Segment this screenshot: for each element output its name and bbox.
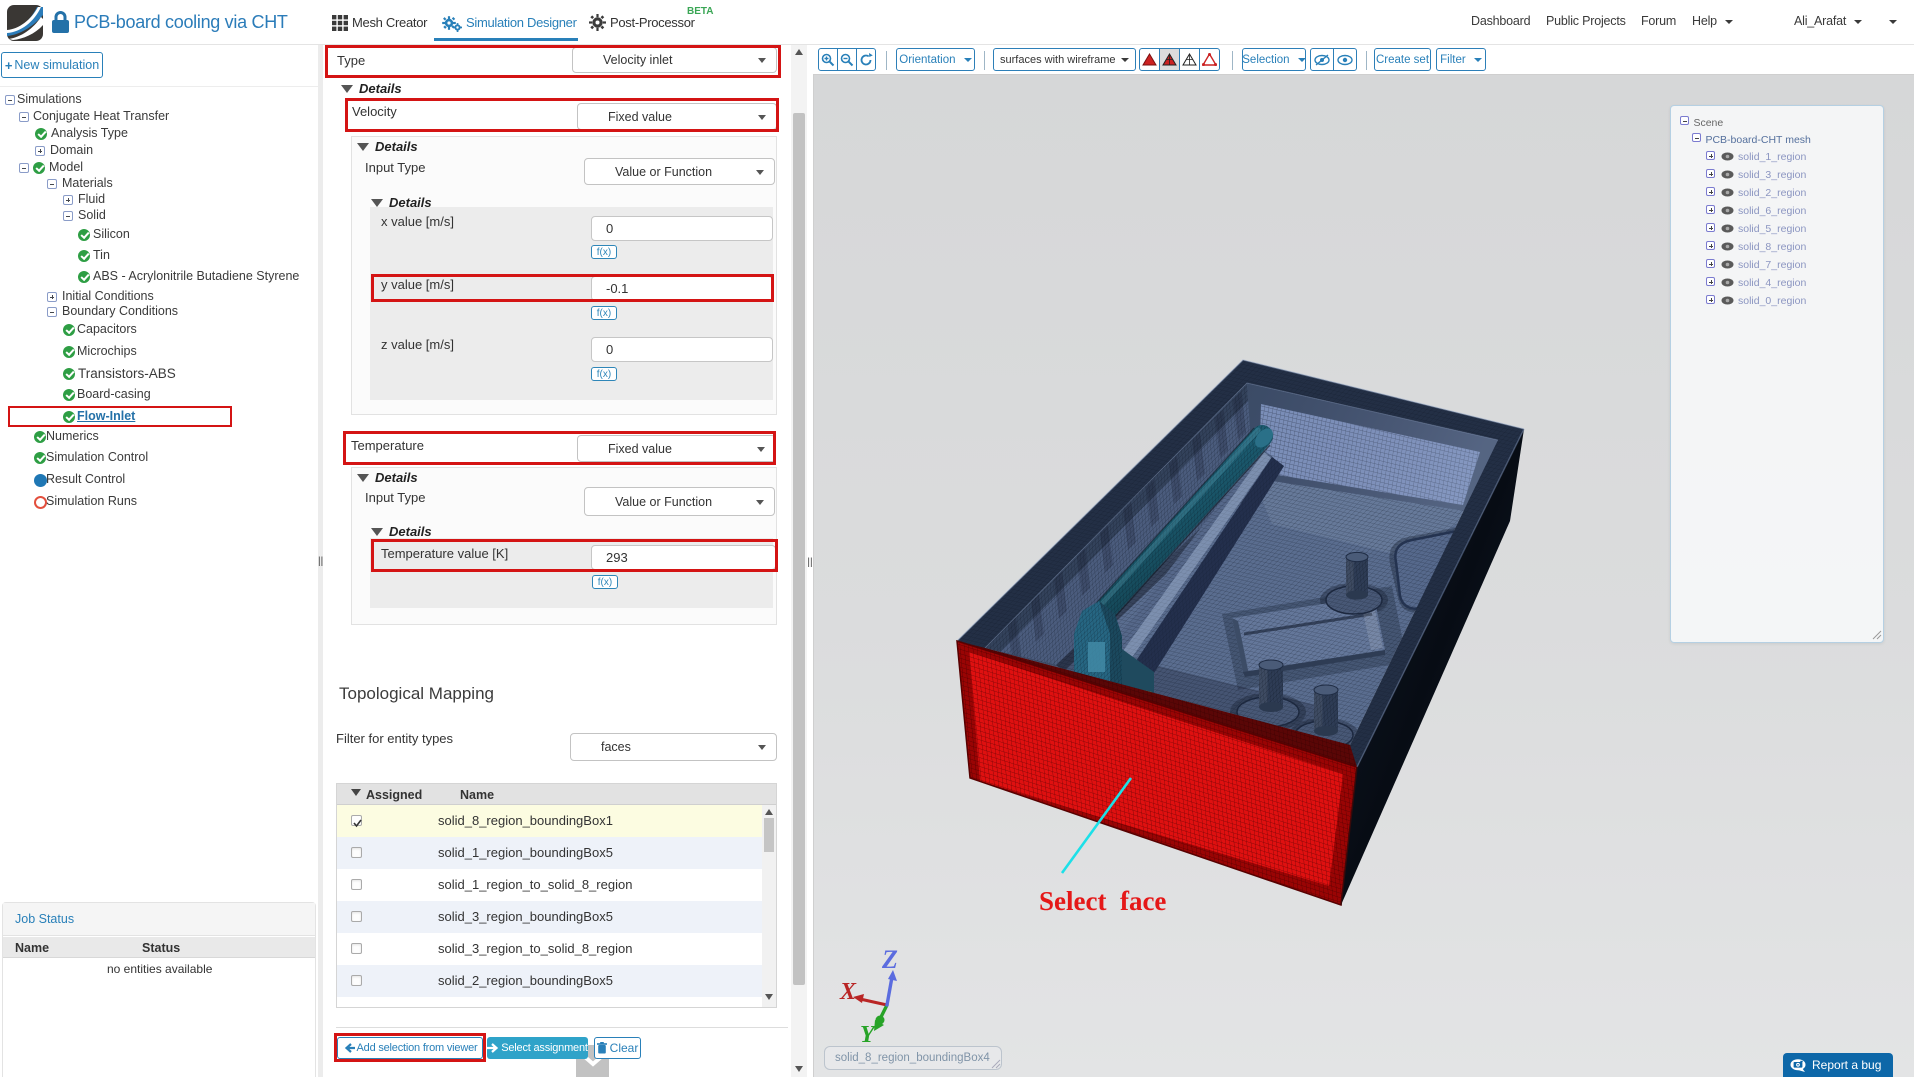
svg-text:Select face: Select face <box>1039 886 1166 916</box>
svg-text:Y: Y <box>860 1022 877 1048</box>
svg-text:X: X <box>839 979 857 1005</box>
svg-text:Z: Z <box>881 945 898 974</box>
